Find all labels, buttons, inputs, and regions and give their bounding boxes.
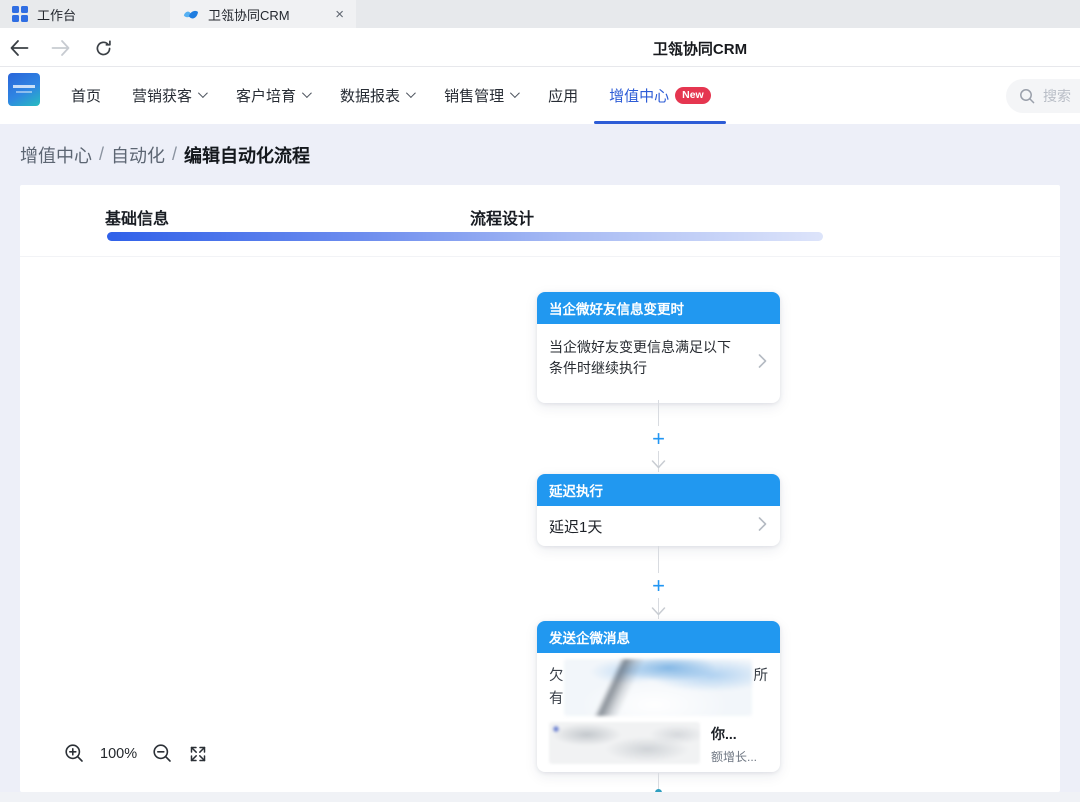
- close-icon[interactable]: ×: [335, 7, 344, 22]
- nav-item-value-center[interactable]: 增值中心 New: [609, 67, 711, 124]
- chevron-down-icon: [510, 88, 520, 98]
- nav-item-nurture[interactable]: 客户培育: [236, 67, 309, 124]
- step-progress-bar: [107, 232, 823, 241]
- step-basic-info[interactable]: 基础信息: [105, 205, 169, 229]
- nav-item-label: 销售管理: [444, 85, 504, 106]
- arrow-down-icon: [651, 603, 666, 612]
- search-icon: [1019, 88, 1035, 104]
- fit-screen-icon[interactable]: [188, 744, 208, 764]
- breadcrumb: 增值中心 / 自动化 / 编辑自动化流程: [0, 124, 1080, 185]
- nav-item-label: 数据报表: [340, 85, 400, 106]
- breadcrumb-value-center[interactable]: 增值中心: [20, 142, 92, 168]
- refresh-icon[interactable]: [92, 37, 114, 59]
- page-title: 卫瓴协同CRM: [653, 38, 747, 59]
- node-header: 发送企微消息: [537, 621, 780, 653]
- chevron-down-icon: [406, 88, 416, 98]
- flow-node-send-message[interactable]: 发送企微消息 欠 所 有 你... 额增长...: [537, 621, 780, 772]
- wizard-steps: 基础信息 流程设计: [20, 185, 1060, 257]
- nav-item-sales[interactable]: 销售管理: [444, 67, 517, 124]
- browser-tab-workbench[interactable]: 工作台: [0, 0, 170, 28]
- search-input[interactable]: 搜索: [1006, 79, 1080, 113]
- zoom-out-icon[interactable]: [152, 743, 173, 764]
- chevron-down-icon: [302, 88, 312, 98]
- chevron-right-icon: [758, 353, 767, 374]
- chevron-right-icon: [758, 517, 767, 536]
- new-badge: New: [675, 87, 711, 105]
- tab-strip-empty: [356, 0, 1080, 28]
- blurred-attachment-image: [549, 722, 700, 764]
- add-node-button[interactable]: +: [646, 426, 671, 451]
- nav-menu: 首页 营销获客 客户培育 数据报表 销售管理 应用 增值中心: [71, 67, 711, 124]
- forward-icon[interactable]: [50, 37, 72, 59]
- node-body-text: 延迟1天: [549, 516, 602, 537]
- chevron-down-icon: [198, 88, 208, 98]
- nav-item-reports[interactable]: 数据报表: [340, 67, 413, 124]
- nav-item-label: 营销获客: [132, 85, 192, 106]
- zoom-in-icon[interactable]: [64, 743, 85, 764]
- attachment-title: 你...: [711, 724, 757, 744]
- breadcrumb-current: 编辑自动化流程: [184, 142, 310, 168]
- flow-connector-line: [658, 773, 659, 789]
- breadcrumb-separator: /: [172, 144, 177, 165]
- crm-logo-icon: [182, 7, 199, 22]
- zoom-level-value: 100%: [100, 746, 137, 762]
- message-preview-row: 欠 所 有: [549, 663, 768, 713]
- canvas-zoom-controls: 100%: [64, 743, 208, 764]
- page-bottom-strip: [0, 792, 1080, 802]
- nav-item-apps[interactable]: 应用: [548, 67, 578, 124]
- breadcrumb-automation[interactable]: 自动化: [111, 142, 165, 168]
- tab-label: 卫瓴协同CRM: [208, 5, 290, 24]
- message-preview-row: 你... 额增长...: [549, 722, 768, 765]
- nav-item-label: 应用: [548, 85, 578, 106]
- browser-tab-strip: 工作台 卫瓴协同CRM ×: [0, 0, 1080, 28]
- node-body-text: 当企微好友变更信息满足以下条件时继续执行: [549, 339, 731, 376]
- nav-item-label: 首页: [71, 85, 101, 106]
- node-header: 当企微好友信息变更时: [537, 292, 780, 324]
- browser-toolbar: 卫瓴协同CRM: [0, 28, 1080, 67]
- message-text-fragment: 有: [549, 687, 564, 708]
- nav-item-label: 增值中心: [609, 85, 669, 106]
- nav-item-marketing[interactable]: 营销获客: [132, 67, 205, 124]
- blurred-message-image: [564, 659, 752, 716]
- nav-item-label: 客户培育: [236, 85, 296, 106]
- add-node-button[interactable]: +: [646, 573, 671, 598]
- nav-item-home[interactable]: 首页: [71, 67, 101, 124]
- flow-editor-panel: 基础信息 流程设计 当企微好友信息变更时 当企微好友变更信息满足以下条件时继续执…: [20, 185, 1060, 792]
- attachment-subtitle: 额增长...: [711, 748, 757, 765]
- step-flow-design[interactable]: 流程设计: [470, 205, 534, 229]
- workbench-grid-icon: [12, 6, 28, 22]
- browser-window: 工作台 卫瓴协同CRM × 卫瓴协同CRM 首页: [0, 0, 1080, 802]
- app-nav-bar: 首页 营销获客 客户培育 数据报表 销售管理 应用 增值中心: [0, 67, 1080, 124]
- tab-label: 工作台: [37, 5, 76, 24]
- search-placeholder: 搜索: [1043, 86, 1071, 106]
- message-text-fragment: 所: [754, 664, 769, 685]
- flow-node-trigger[interactable]: 当企微好友信息变更时 当企微好友变更信息满足以下条件时继续执行: [537, 292, 780, 403]
- arrow-down-icon: [651, 456, 666, 465]
- brand-logo[interactable]: [8, 73, 40, 106]
- browser-tab-crm[interactable]: 卫瓴协同CRM ×: [170, 0, 356, 28]
- message-text-fragment: 欠: [549, 664, 564, 685]
- back-icon[interactable]: [8, 37, 30, 59]
- breadcrumb-separator: /: [99, 144, 104, 165]
- flow-node-delay[interactable]: 延迟执行 延迟1天: [537, 474, 780, 546]
- node-header: 延迟执行: [537, 474, 780, 506]
